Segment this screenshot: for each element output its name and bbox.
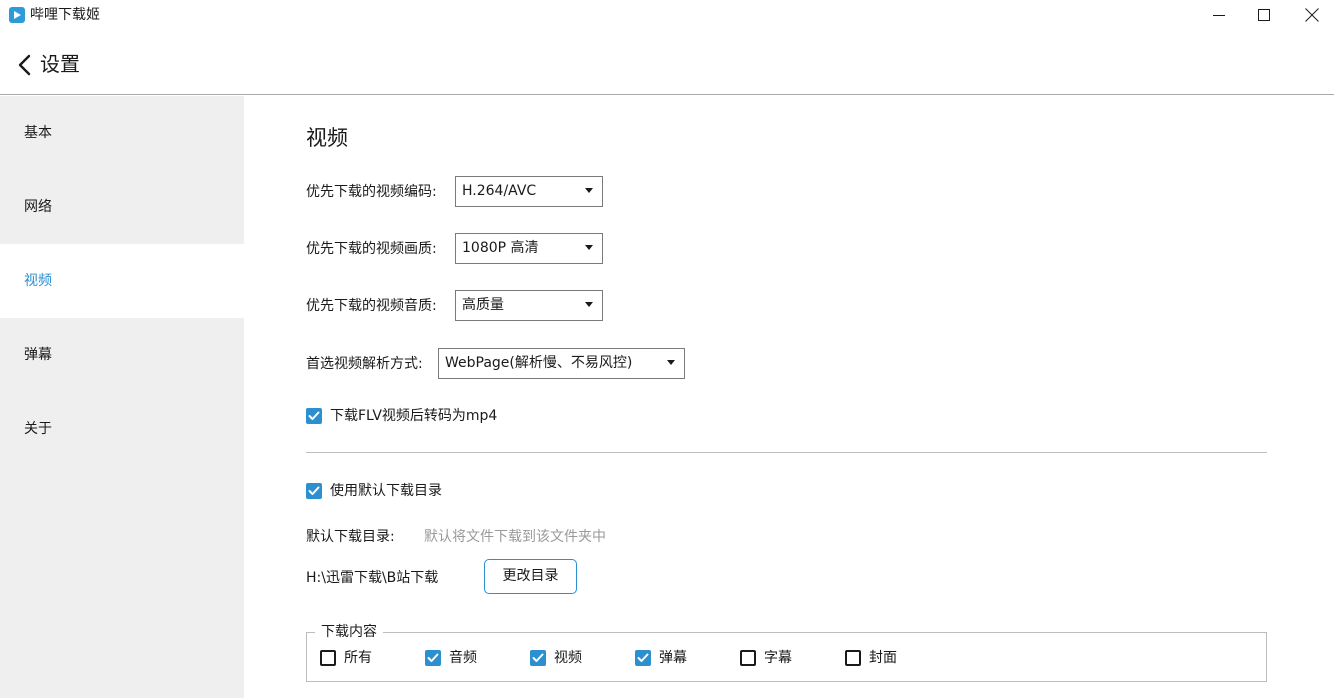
checkmark-icon bbox=[427, 653, 439, 662]
content-audio-checkbox[interactable] bbox=[425, 650, 441, 666]
use-default-dir-checkbox[interactable] bbox=[306, 483, 322, 499]
codec-value: H.264/AVC bbox=[462, 183, 537, 199]
use-default-dir-label: 使用默认下载目录 bbox=[330, 483, 442, 499]
maximize-button[interactable] bbox=[1241, 0, 1287, 30]
quality-select[interactable]: 1080P 高清 bbox=[455, 233, 603, 264]
parse-method-select[interactable]: WebPage(解析慢、不易风控) bbox=[438, 348, 685, 379]
dropdown-arrow-icon bbox=[585, 188, 593, 193]
parse-method-label: 首选视频解析方式: bbox=[306, 356, 423, 372]
download-content-legend: 下载内容 bbox=[315, 622, 383, 642]
codec-label: 优先下载的视频编码: bbox=[306, 184, 437, 200]
sidebar-item-video[interactable]: 视频 bbox=[0, 244, 244, 318]
audio-quality-label: 优先下载的视频音质: bbox=[306, 298, 437, 314]
sidebar-item-danmaku[interactable]: 弹幕 bbox=[0, 318, 244, 392]
sidebar-item-basic[interactable]: 基本 bbox=[0, 96, 244, 170]
app-logo-icon bbox=[9, 7, 25, 23]
content-danmaku-label: 弹幕 bbox=[659, 650, 687, 666]
content-video-label: 视频 bbox=[554, 650, 582, 666]
minimize-icon bbox=[1213, 15, 1225, 16]
app-title: 哔哩下载姬 bbox=[30, 7, 100, 23]
sidebar-item-network[interactable]: 网络 bbox=[0, 170, 244, 244]
content-danmaku-checkbox[interactable] bbox=[635, 650, 651, 666]
settings-sidebar: 基本 网络 视频 弹幕 关于 bbox=[0, 96, 244, 698]
audio-quality-select[interactable]: 高质量 bbox=[455, 290, 603, 321]
flv-to-mp4-checkbox[interactable] bbox=[306, 408, 322, 424]
default-dir-hint: 默认将文件下载到该文件夹中 bbox=[424, 529, 606, 545]
checkmark-icon bbox=[532, 653, 544, 662]
default-dir-label: 默认下载目录: bbox=[306, 529, 395, 545]
close-icon bbox=[1305, 8, 1319, 22]
content-audio-label: 音频 bbox=[449, 650, 477, 666]
download-content-group: 下载内容 所有 音频 视频 弹幕 字幕 封面 bbox=[306, 622, 1267, 682]
content-subtitle-label: 字幕 bbox=[764, 650, 792, 666]
content-subtitle-checkbox[interactable] bbox=[740, 650, 756, 666]
quality-value: 1080P 高清 bbox=[462, 240, 539, 256]
checkmark-icon bbox=[308, 411, 320, 420]
checkmark-icon bbox=[308, 486, 320, 495]
codec-select[interactable]: H.264/AVC bbox=[455, 176, 603, 207]
dropdown-arrow-icon bbox=[585, 302, 593, 307]
dropdown-arrow-icon bbox=[585, 245, 593, 250]
parse-method-value: WebPage(解析慢、不易风控) bbox=[445, 355, 633, 371]
maximize-icon bbox=[1258, 9, 1270, 21]
title-bar: 哔哩下载姬 bbox=[0, 0, 1334, 32]
chevron-left-icon bbox=[18, 54, 31, 76]
content-cover-checkbox[interactable] bbox=[845, 650, 861, 666]
checkmark-icon bbox=[637, 653, 649, 662]
settings-content: 视频 优先下载的视频编码: H.264/AVC 优先下载的视频画质: 1080P… bbox=[244, 96, 1334, 698]
close-button[interactable] bbox=[1288, 0, 1334, 30]
content-all-label: 所有 bbox=[344, 650, 372, 666]
minimize-button[interactable] bbox=[1196, 0, 1242, 30]
change-directory-button[interactable]: 更改目录 bbox=[484, 559, 577, 594]
audio-quality-value: 高质量 bbox=[462, 297, 504, 313]
flv-to-mp4-label: 下载FLV视频后转码为mp4 bbox=[330, 408, 498, 424]
section-divider bbox=[306, 452, 1267, 453]
content-video-checkbox[interactable] bbox=[530, 650, 546, 666]
content-all-checkbox[interactable] bbox=[320, 650, 336, 666]
download-path: H:\迅雷下载\B站下载 bbox=[306, 570, 439, 586]
page-title: 设置 bbox=[40, 52, 80, 76]
page-header: 设置 bbox=[0, 32, 1334, 95]
dropdown-arrow-icon bbox=[667, 360, 675, 365]
quality-label: 优先下载的视频画质: bbox=[306, 241, 437, 257]
sidebar-item-about[interactable]: 关于 bbox=[0, 392, 244, 466]
section-title: 视频 bbox=[306, 126, 348, 150]
content-cover-label: 封面 bbox=[869, 650, 897, 666]
